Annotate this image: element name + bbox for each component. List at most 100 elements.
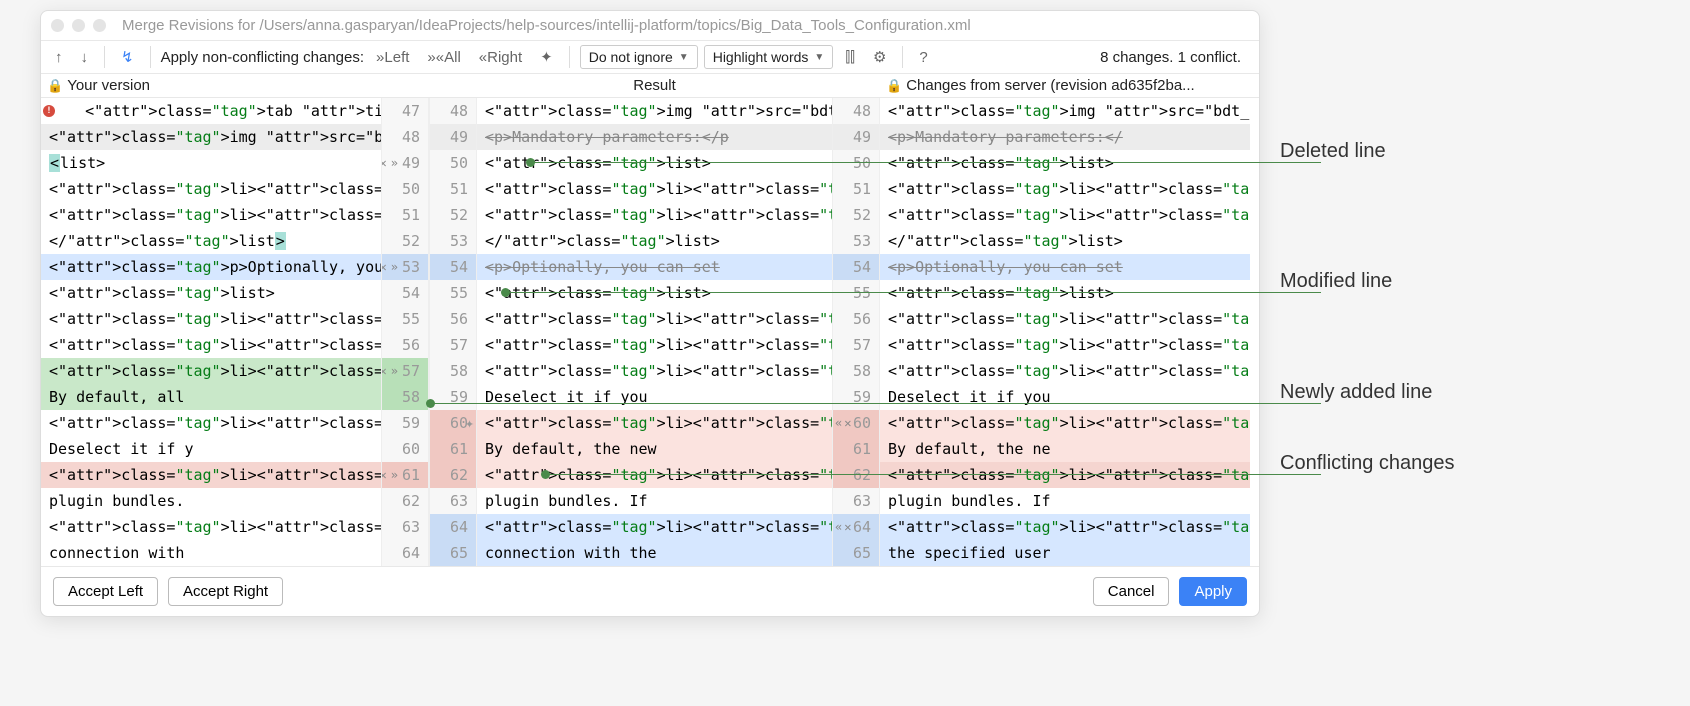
right-code[interactable]: By default, the ne [880, 436, 1250, 462]
gear-icon[interactable]: ⚙ [867, 45, 892, 69]
mid-code[interactable]: By default, the new [477, 436, 832, 462]
mid-right-gutter[interactable]: 50 [832, 150, 880, 176]
mid-code[interactable]: <p>Optionally, you can set [477, 254, 832, 280]
mid-right-gutter[interactable]: 48 [832, 98, 880, 124]
right-code[interactable]: the specified user [880, 540, 1250, 566]
accept-icon[interactable]: » [391, 254, 398, 280]
mid-left-gutter[interactable]: 57 [429, 332, 477, 358]
mid-right-gutter[interactable]: 58 [832, 358, 880, 384]
left-gutter[interactable]: 63 [381, 514, 429, 540]
left-code[interactable]: <"attr">class="tag">li><"attr">class="ta… [41, 514, 381, 540]
left-code[interactable]: <"attr">class="tag">li><"attr">class="ta… [41, 332, 381, 358]
left-gutter[interactable]: 56 [381, 332, 429, 358]
mid-left-gutter[interactable]: 54 [429, 254, 477, 280]
left-code[interactable]: connection with [41, 540, 381, 566]
left-gutter[interactable]: 64 [381, 540, 429, 566]
mid-right-gutter[interactable]: 59 [832, 384, 880, 410]
left-gutter[interactable]: 62 [381, 488, 429, 514]
accept-icon[interactable]: » [391, 462, 398, 488]
ignore-combo[interactable]: Do not ignore▼ [580, 45, 698, 69]
right-code[interactable]: </"attr">class="tag">list> [880, 228, 1250, 254]
right-code[interactable]: <"attr">class="tag">img "attr">src="bdt_… [880, 98, 1250, 124]
left-gutter[interactable]: 58 [381, 384, 429, 410]
mid-right-gutter[interactable]: 65 [832, 540, 880, 566]
right-code[interactable]: <"attr">class="tag">li><"attr">class="ta… [880, 306, 1250, 332]
reject-icon[interactable]: ✕ [381, 462, 387, 488]
mid-left-gutter[interactable]: 55 [429, 280, 477, 306]
left-code[interactable]: <"attr">class="tag">p>Optionally, you ca… [41, 254, 381, 280]
left-gutter[interactable]: ✕»53 [381, 254, 429, 280]
left-gutter[interactable]: 51 [381, 202, 429, 228]
mid-code[interactable]: <"attr">class="tag">list> [477, 280, 832, 306]
mid-code[interactable]: <"attr">class="tag">img "attr">src="bdt_… [477, 98, 832, 124]
mid-right-gutter[interactable]: 49 [832, 124, 880, 150]
mid-left-gutter[interactable]: 53 [429, 228, 477, 254]
accept-icon[interactable]: » [391, 150, 398, 176]
mid-right-gutter[interactable]: 64«✕ [832, 514, 880, 540]
apply-right-button[interactable]: « Right [473, 46, 528, 69]
left-code[interactable]: Deselect it if y [41, 436, 381, 462]
mid-right-gutter[interactable]: 60«✕ [832, 410, 880, 436]
left-gutter[interactable]: ✕»49 [381, 150, 429, 176]
left-code[interactable]: plugin bundles. [41, 488, 381, 514]
magic-resolve-icon[interactable]: ↯ [115, 45, 140, 69]
mid-code[interactable]: <"attr">class="tag">li><"attr">class="ta… [477, 410, 832, 436]
mid-left-gutter[interactable]: 61 [429, 436, 477, 462]
reject-icon[interactable]: ✕ [381, 254, 387, 280]
mid-right-gutter[interactable]: 55 [832, 280, 880, 306]
right-code[interactable]: <"attr">class="tag">list> [880, 280, 1250, 306]
left-code[interactable]: By default, all [41, 384, 381, 410]
reject-icon[interactable]: ✕ [381, 358, 387, 384]
mid-left-gutter[interactable]: 52 [429, 202, 477, 228]
mid-left-gutter[interactable]: 50 [429, 150, 477, 176]
reject-right-icon[interactable]: ✕ [844, 514, 851, 540]
mid-left-gutter[interactable]: 60 ✦ [429, 410, 477, 436]
mid-left-gutter[interactable]: 63 [429, 488, 477, 514]
mid-code[interactable]: <"attr">class="tag">li><"attr">class="ta… [477, 332, 832, 358]
max-dot[interactable] [93, 19, 106, 32]
mid-code[interactable]: <"attr">class="tag">li><"attr">class="ta… [477, 202, 832, 228]
mid-code[interactable]: </"attr">class="tag">list> [477, 228, 832, 254]
left-code[interactable]: <"attr">class="tag">li><"attr">class="ta… [41, 176, 381, 202]
mid-code[interactable]: <p>Mandatory parameters:</p [477, 124, 832, 150]
right-code[interactable]: <p>Mandatory parameters:</ [880, 124, 1250, 150]
mid-left-gutter[interactable]: 59 [429, 384, 477, 410]
left-code[interactable]: </"attr">class="tag">list> [41, 228, 381, 254]
accept-right-icon[interactable]: « [835, 514, 842, 540]
left-gutter[interactable]: 48 [381, 124, 429, 150]
left-gutter[interactable]: 47 [381, 98, 429, 124]
help-icon[interactable]: ? [913, 46, 933, 69]
mid-code[interactable]: plugin bundles. If [477, 488, 832, 514]
left-code[interactable]: <"attr">class="tag">img "attr">src="bdt_… [41, 124, 381, 150]
accept-right-button[interactable]: Accept Right [168, 577, 283, 606]
reject-right-icon[interactable]: ✕ [844, 410, 851, 436]
highlight-combo[interactable]: Highlight words▼ [704, 45, 834, 69]
left-code[interactable]: <"attr">class="tag">li><"attr">class="ta… [41, 410, 381, 436]
right-code[interactable]: <"attr">class="tag">li><"attr">class="ta… [880, 358, 1250, 384]
wand-icon[interactable]: ✦ [534, 45, 559, 69]
mid-code[interactable]: <"attr">class="tag">li><"attr">class="ta… [477, 514, 832, 540]
left-gutter[interactable]: 55 [381, 306, 429, 332]
right-code[interactable]: <"attr">class="tag">li><"attr">class="ta… [880, 332, 1250, 358]
mid-right-gutter[interactable]: 62 [832, 462, 880, 488]
left-gutter[interactable]: 50 [381, 176, 429, 202]
apply-left-button[interactable]: » Left [370, 46, 415, 69]
right-code[interactable]: Deselect it if you [880, 384, 1250, 410]
mid-left-gutter[interactable]: 64 [429, 514, 477, 540]
accept-left-button[interactable]: Accept Left [53, 577, 158, 606]
prev-diff-icon[interactable]: ↑ [49, 46, 69, 69]
right-code[interactable]: <"attr">class="tag">list> [880, 150, 1250, 176]
reject-icon[interactable]: ✕ [381, 150, 387, 176]
right-code[interactable]: plugin bundles. If [880, 488, 1250, 514]
min-dot[interactable] [72, 19, 85, 32]
mid-code[interactable]: <"attr">class="tag">li><"attr">class="ta… [477, 306, 832, 332]
left-gutter[interactable]: 59 [381, 410, 429, 436]
mid-right-gutter[interactable]: 51 [832, 176, 880, 202]
next-diff-icon[interactable]: ↓ [75, 46, 95, 69]
mid-right-gutter[interactable]: 61 [832, 436, 880, 462]
mid-left-gutter[interactable]: 48 [429, 98, 477, 124]
right-code[interactable]: <p>Optionally, you can set [880, 254, 1250, 280]
sync-scroll-icon[interactable]: ⫿⫿ [839, 46, 861, 69]
left-code[interactable]: <"attr">class="tag">li><"attr">class="ta… [41, 462, 381, 488]
left-code[interactable]: ! <"attr">class="tag">tab "attr">title="… [41, 98, 381, 124]
